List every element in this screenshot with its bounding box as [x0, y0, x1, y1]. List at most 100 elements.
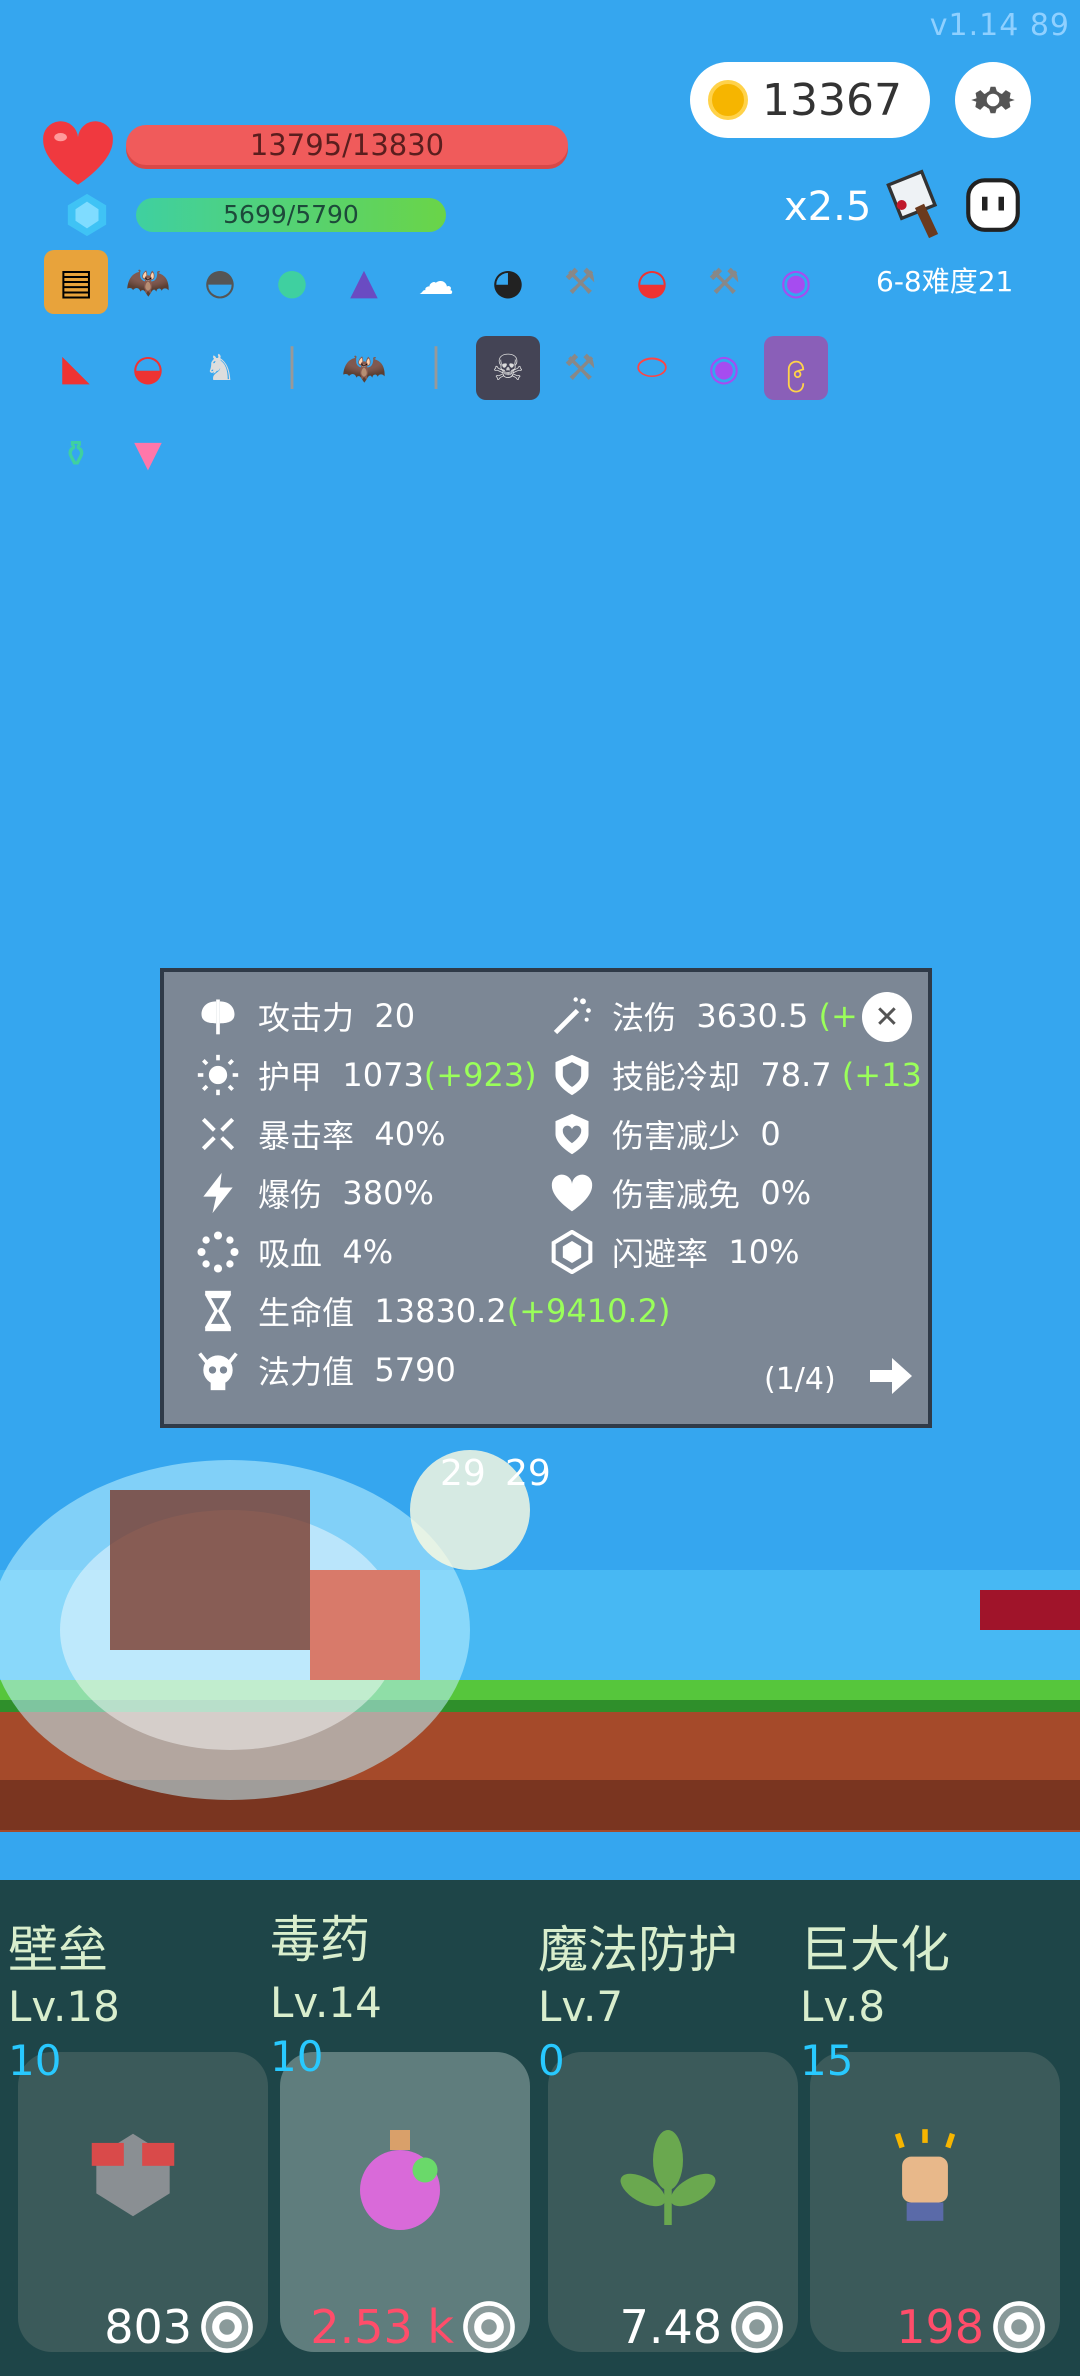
skill-slot-4[interactable]: 巨大化 Lv.8 15 198 [800, 1880, 1062, 2376]
wing-icon[interactable]: ☁ [404, 250, 468, 314]
mp-bar: 5699/5790 [136, 198, 446, 232]
mushroom-icon[interactable]: ◒ [116, 336, 180, 400]
heart-shield-icon [548, 1110, 596, 1158]
skill-count: 10 [270, 2032, 324, 2081]
boot-icon[interactable]: ◣ [44, 336, 108, 400]
axe-icon [194, 992, 242, 1040]
stat-mp-value: 5790 [374, 1351, 456, 1389]
stat-cooldown-label: 技能冷却 [612, 1058, 741, 1096]
skill-slot-2[interactable]: 毒药 Lv.14 10 2.53 k [270, 1880, 532, 2376]
skill-name: 毒药 [270, 1911, 370, 1969]
pill-icon[interactable]: ⬭ [620, 336, 684, 400]
stat-dodge-value: 10% [728, 1233, 800, 1271]
stat-mp-label: 法力值 [258, 1353, 355, 1391]
item-row-2: ◣ ◒ ♞ │ 🦇 │ ☠ ⚒ ⬭ ◉ ၉ [44, 336, 844, 400]
bat-icon[interactable]: 🦇 [116, 250, 180, 314]
stat-critdmg-value: 380% [342, 1174, 434, 1212]
upgrade-target-icon[interactable] [458, 2296, 520, 2362]
mp-text: 5699/5790 [223, 200, 359, 229]
skill-slot-3[interactable]: 魔法防护 Lv.7 0 7.48 [538, 1880, 800, 2376]
mushroom-icon[interactable]: ◒ [620, 250, 684, 314]
ice-cream-icon[interactable]: ▼ [116, 422, 180, 486]
skill-name: 巨大化 [800, 1921, 950, 1979]
axe-icon[interactable]: ⚒ [548, 250, 612, 314]
crosshair-icon [194, 1110, 242, 1158]
stat-cooldown: 技能冷却 78.7 (+13 [548, 1051, 922, 1099]
upgrade-target-icon[interactable] [196, 2296, 258, 2362]
ring-dots-icon [194, 1228, 242, 1276]
hourglass-icon [194, 1287, 242, 1335]
upgrade-target-icon[interactable] [988, 2296, 1050, 2362]
skill-price: 198 [896, 2300, 984, 2354]
skull-book-icon[interactable]: ☠ [476, 336, 540, 400]
stat-hp: 生命值 13830.2 (+9410.2) [194, 1287, 670, 1335]
stage-difficulty: 6-8难度21 [876, 265, 1014, 298]
item-inventory: ▤ 🦇 ◓ ● ▲ ☁ ◕ ⚒ ◒ ⚒ ◉ ◣ ◒ ♞ │ 🦇 │ ☠ ⚒ ⬭ … [44, 250, 844, 508]
sword-icon[interactable]: │ [404, 336, 468, 400]
crystal-ball-icon[interactable]: ◉ [764, 250, 828, 314]
next-page-arrow-icon[interactable] [864, 1352, 916, 1400]
lamp-icon[interactable]: ● [260, 250, 324, 314]
crystal-ball-icon[interactable]: ◉ [692, 336, 756, 400]
stat-armor-label: 护甲 [258, 1058, 323, 1096]
item-row-1: ▤ 🦇 ◓ ● ▲ ☁ ◕ ⚒ ◒ ⚒ ◉ [44, 250, 844, 314]
ghost-icon [966, 178, 1020, 232]
unicorn-icon[interactable]: ♞ [188, 336, 252, 400]
sun-icon [194, 1051, 242, 1099]
heart-icon [548, 1169, 596, 1217]
stat-dmgreduce-label: 伤害减少 [612, 1117, 741, 1155]
mortar-icon[interactable]: ◓ [188, 250, 252, 314]
close-button[interactable]: ✕ [862, 992, 912, 1042]
axe-icon[interactable]: ⚒ [548, 336, 612, 400]
stat-dodge: 闪避率 10% [548, 1228, 799, 1276]
potion-icon[interactable]: ⚱ [44, 422, 108, 486]
coin-icon [708, 80, 748, 120]
version-label: v1.14 89 [929, 8, 1070, 43]
stat-crit-value: 40% [374, 1115, 446, 1153]
stat-magic-value: 3630.5 [696, 997, 809, 1035]
mana-gem-icon [67, 193, 107, 237]
stats-panel: 攻击力 20 护甲 1073 (+923) 暴击率 40% 爆伤 380% 吸血 … [160, 968, 932, 1428]
skill-level: Lv.18 [8, 1982, 120, 2031]
stat-dmgimmune-label: 伤害减免 [612, 1176, 741, 1214]
stat-dmgimmune-value: 0% [760, 1174, 812, 1212]
book-icon[interactable]: ▤ [44, 250, 108, 314]
settings-button[interactable] [955, 62, 1031, 138]
stat-attack-label: 攻击力 [258, 999, 355, 1037]
skill-name: 魔法防护 [538, 1921, 738, 1979]
stat-lifesteal-value: 4% [342, 1233, 394, 1271]
skill-count: 0 [538, 2036, 565, 2085]
floating-number-2: 29 [505, 1453, 551, 1494]
speed-multiplier[interactable]: x2.5 [784, 184, 871, 230]
skill-price: 2.53 k [310, 2300, 454, 2354]
stat-dmgimmune: 伤害减免 0% [548, 1169, 811, 1217]
wizard-hat-icon[interactable]: ▲ [332, 250, 396, 314]
sword-icon[interactable]: │ [260, 336, 324, 400]
spell-book-icon[interactable]: ၉ [764, 336, 828, 400]
skill-bar: 壁垒 Lv.18 10 803 毒药 Lv.14 10 2.53 k 魔法防护 Lv.7 0 7.48… [0, 1880, 1080, 2376]
stat-cooldown-bonus: (+13 [841, 1056, 922, 1094]
stat-cooldown-value: 78.7 [760, 1056, 832, 1094]
axe-icon[interactable]: ⚒ [692, 250, 756, 314]
skill-slot-1[interactable]: 壁垒 Lv.18 10 803 [8, 1880, 270, 2376]
stat-lifesteal: 吸血 4% [194, 1228, 393, 1276]
fortress-icon [78, 2120, 188, 2234]
cauldron-icon[interactable]: ◕ [476, 250, 540, 314]
stat-dmgreduce: 伤害减少 0 [548, 1110, 781, 1158]
close-icon: ✕ [874, 999, 900, 1035]
poison-potion-icon [340, 2120, 460, 2244]
hp-bar: 13795/13830 [126, 125, 568, 165]
cleaver-icon [886, 169, 939, 239]
stat-attack-value: 20 [374, 997, 416, 1035]
bat-icon[interactable]: 🦇 [332, 336, 396, 400]
coin-amount: 13367 [762, 74, 902, 126]
floating-number-1: 29 [440, 1453, 486, 1494]
leaf-icon [608, 2120, 728, 2244]
stat-magic-bonus: (+ [818, 997, 858, 1035]
fist-icon [870, 2120, 980, 2234]
skill-level: Lv.14 [270, 1978, 382, 2027]
page-indicator: (1/4) [764, 1362, 836, 1397]
upgrade-target-icon[interactable] [726, 2296, 788, 2362]
stat-magic-label: 法伤 [612, 999, 677, 1037]
skill-price: 7.48 [619, 2300, 722, 2354]
